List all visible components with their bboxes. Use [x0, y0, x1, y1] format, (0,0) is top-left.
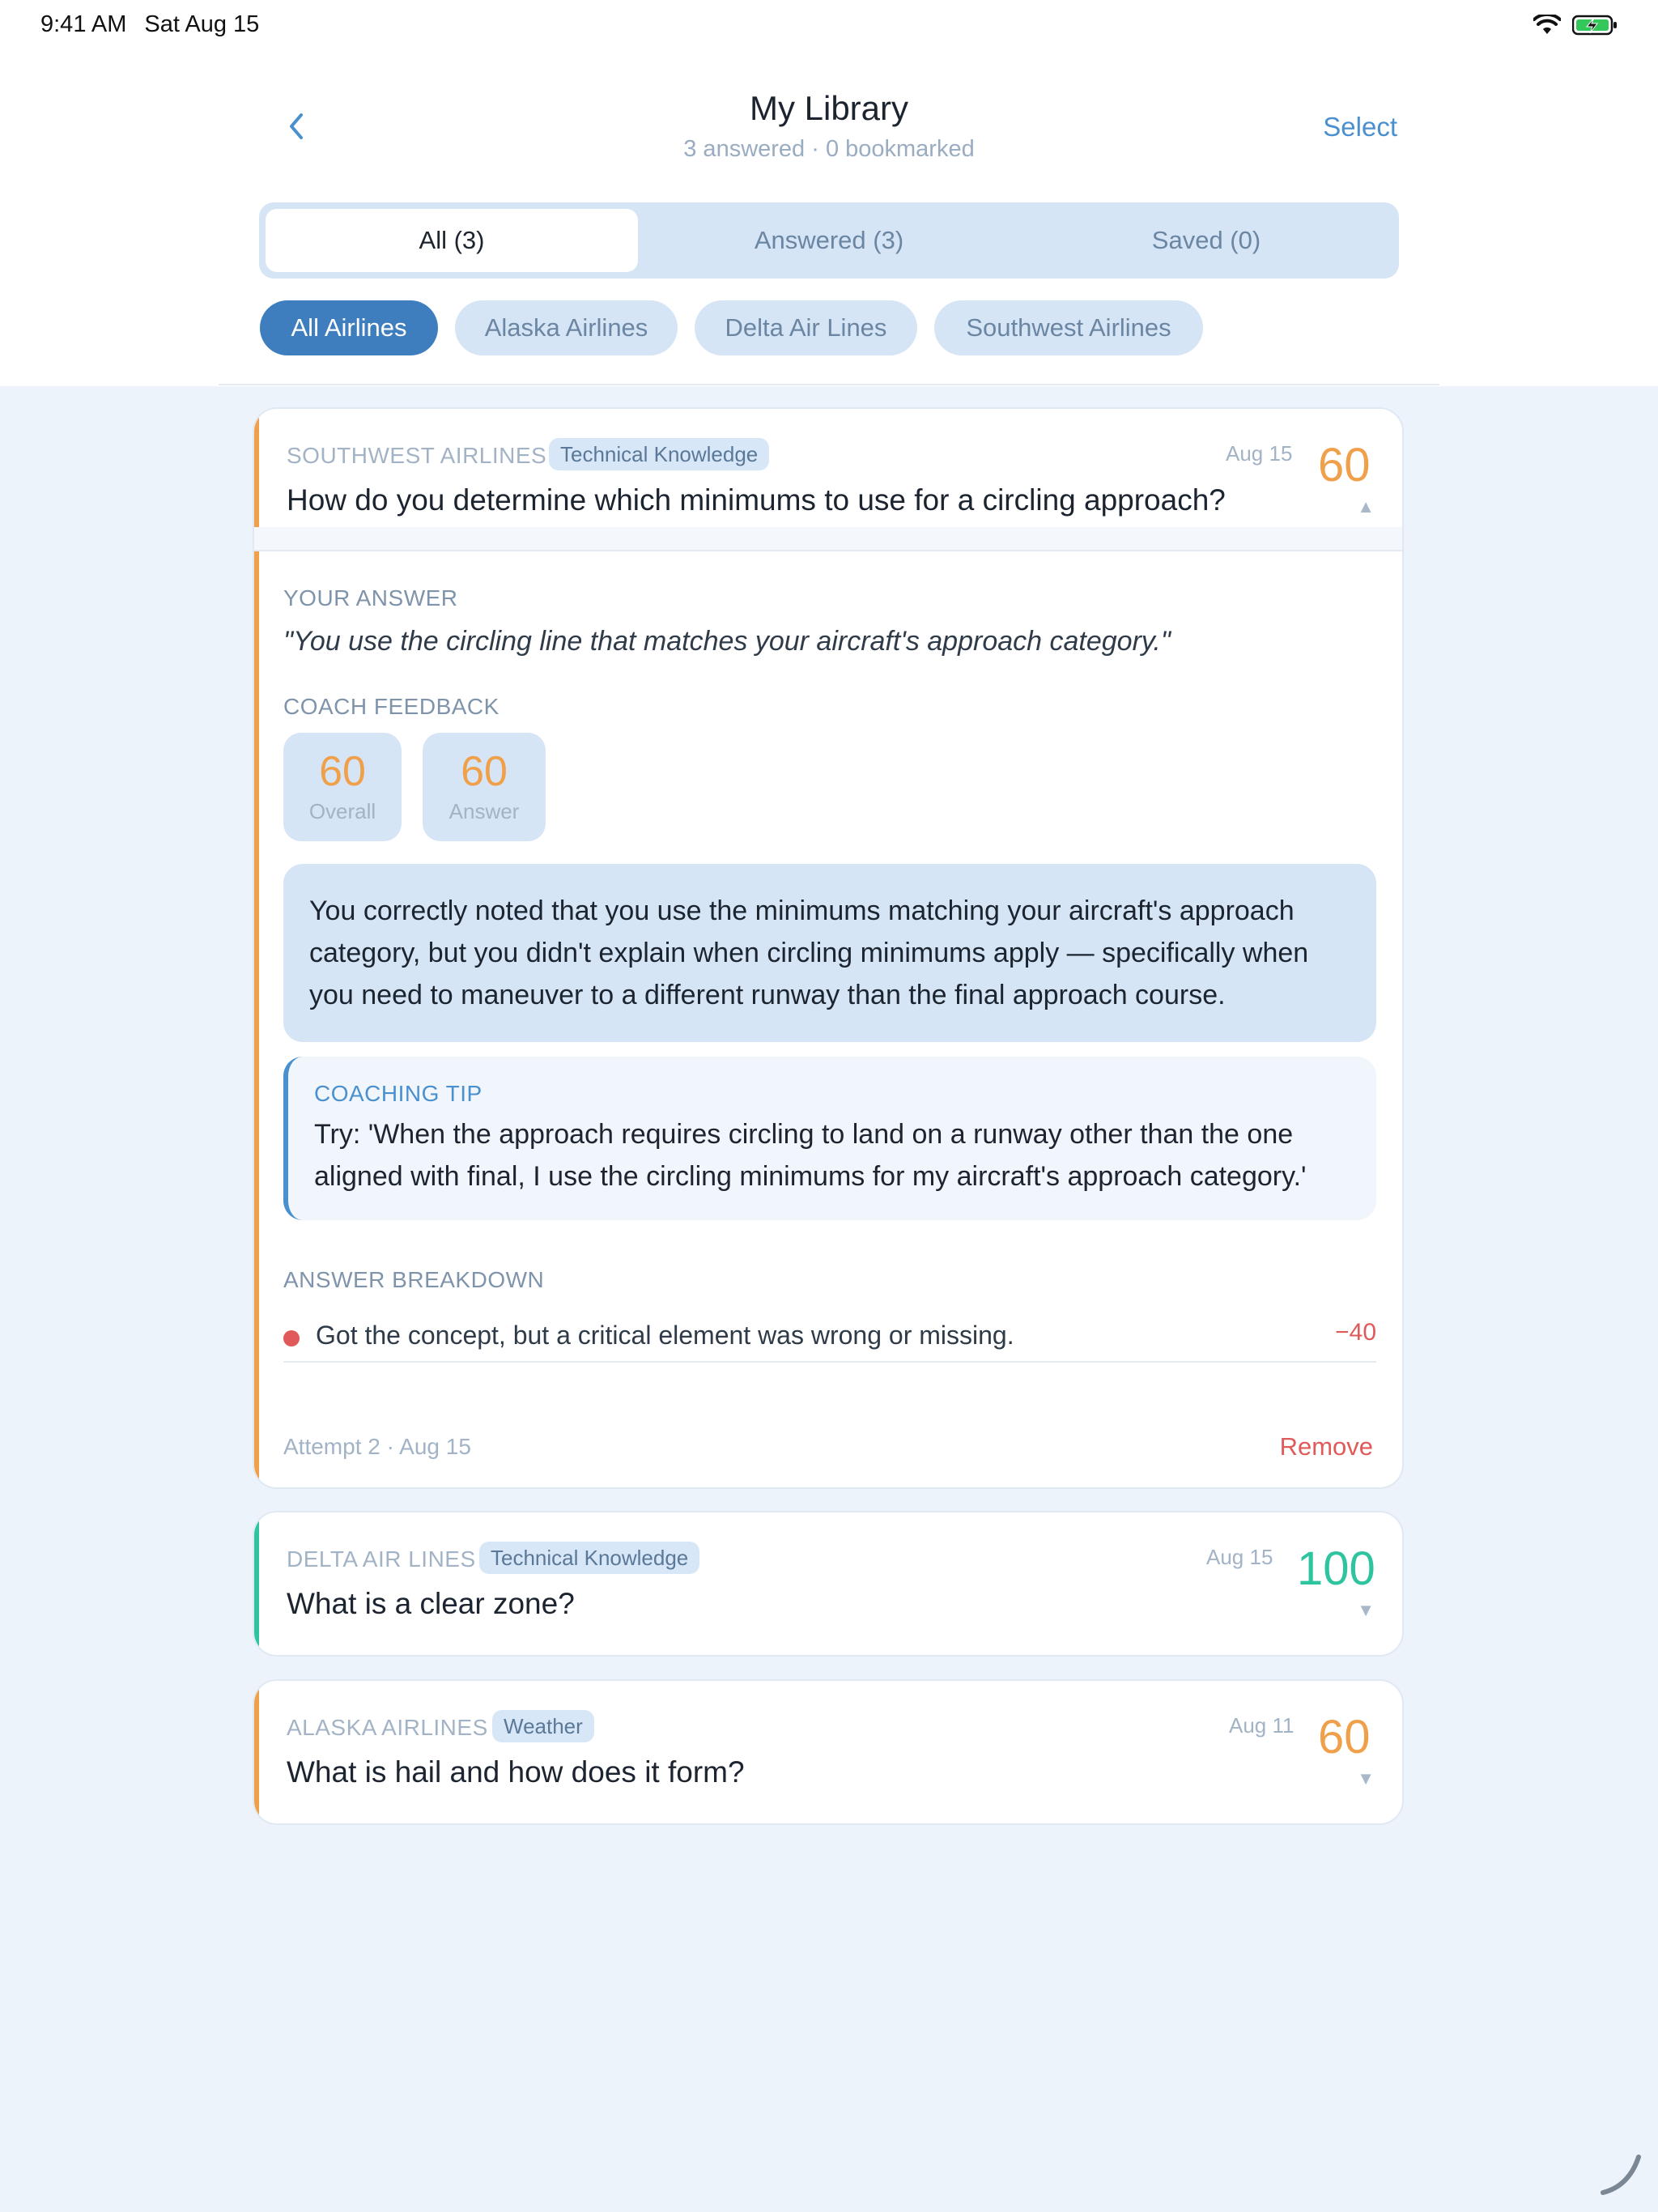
chevron-down-icon: ▼ [1357, 1768, 1375, 1789]
coaching-tip-label: COACHING TIP [314, 1081, 483, 1106]
answer-breakdown-label: ANSWER BREAKDOWN [283, 1267, 545, 1292]
filter-alaska-airlines[interactable]: Alaska Airlines [455, 300, 678, 355]
breakdown-text: Got the concept, but a critical element … [316, 1321, 1014, 1350]
card-category-tag: Technical Knowledge [479, 1542, 700, 1574]
answer-score-box: 60 Answer [423, 733, 546, 841]
card-category-tag: Technical Knowledge [549, 438, 770, 470]
card-score: 60 [1318, 1711, 1371, 1763]
card-airline: SOUTHWEST AIRLINES [287, 443, 547, 468]
corner-indicator-icon [1601, 2155, 1641, 2195]
status-bar: 9:41 AM Sat Aug 15 [0, 0, 1658, 52]
filter-delta-air-lines[interactable]: Delta Air Lines [695, 300, 917, 355]
your-answer-text: "You use the circling line that matches … [283, 626, 1171, 657]
card-airline: DELTA AIR LINES [287, 1546, 476, 1572]
select-button[interactable]: Select [1323, 112, 1397, 143]
question-card[interactable]: ALASKA AIRLINES Weather Aug 11 60 What i… [253, 1679, 1404, 1825]
breakdown-points: −40 [1335, 1319, 1376, 1346]
card-header[interactable]: DELTA AIR LINES Technical Knowledge Aug … [254, 1512, 1402, 1655]
card-question: How do you determine which minimums to u… [287, 483, 1226, 517]
breakdown-row: Got the concept, but a critical element … [283, 1312, 1376, 1363]
header-divider [219, 384, 1439, 385]
coaching-tip-box: COACHING TIP Try: 'When the approach req… [283, 1057, 1376, 1220]
remove-button[interactable]: Remove [1280, 1432, 1373, 1461]
tab-answered[interactable]: Answered (3) [643, 209, 1015, 272]
status-time: 9:41 AM Sat Aug 15 [40, 11, 277, 38]
card-date: Aug 11 [1229, 1713, 1295, 1738]
card-date: Aug 15 [1206, 1545, 1273, 1569]
overall-score-box: 60 Overall [283, 733, 402, 841]
question-card[interactable]: DELTA AIR LINES Technical Knowledge Aug … [253, 1511, 1404, 1657]
card-airline: ALASKA AIRLINES [287, 1715, 488, 1740]
answer-score: 60 [461, 747, 508, 795]
card-category-tag: Weather [492, 1710, 594, 1742]
status-icons [1533, 15, 1618, 36]
coaching-tip-text: Try: 'When the approach requires circlin… [314, 1119, 1307, 1192]
card-header[interactable]: SOUTHWEST AIRLINES Technical Knowledge A… [254, 409, 1402, 555]
question-card: SOUTHWEST AIRLINES Technical Knowledge A… [253, 407, 1404, 1489]
card-score: 60 [1318, 439, 1371, 491]
card-question: What is a clear zone? [287, 1587, 575, 1620]
filter-all-airlines[interactable]: All Airlines [260, 300, 438, 355]
breakdown-dot [283, 1330, 300, 1346]
answer-score-label: Answer [449, 798, 520, 823]
your-answer-label: YOUR ANSWER [283, 585, 458, 610]
status-clock: 9:41 AM [40, 11, 127, 37]
coach-feedback-label: COACH FEEDBACK [283, 694, 500, 719]
tab-all[interactable]: All (3) [266, 209, 638, 272]
status-date: Sat Aug 15 [144, 11, 260, 37]
card-header[interactable]: ALASKA AIRLINES Weather Aug 11 60 What i… [254, 1681, 1402, 1823]
feedback-box: You correctly noted that you use the min… [283, 864, 1376, 1042]
chevron-up-icon: ▲ [1357, 496, 1375, 517]
overall-score-label: Overall [308, 798, 376, 823]
card-accent [254, 409, 259, 1487]
card-question: What is hail and how does it form? [287, 1755, 745, 1789]
attempt-info: Attempt 2 · Aug 15 [283, 1434, 471, 1459]
card-score: 100 [1297, 1542, 1375, 1595]
filter-southwest-airlines[interactable]: Southwest Airlines [934, 300, 1203, 355]
wifi-icon [1533, 15, 1561, 34]
page-title: My Library [749, 89, 909, 127]
tab-saved[interactable]: Saved (0) [1020, 209, 1392, 272]
overall-score: 60 [319, 747, 366, 795]
page-subtitle: 3 answered · 0 bookmarked [683, 136, 975, 162]
battery-charging-icon [1572, 15, 1617, 36]
segmented-tabs: All (3) Answered (3) Saved (0) [259, 202, 1399, 279]
card-date: Aug 15 [1226, 441, 1293, 466]
chevron-down-icon: ▼ [1357, 1600, 1375, 1620]
